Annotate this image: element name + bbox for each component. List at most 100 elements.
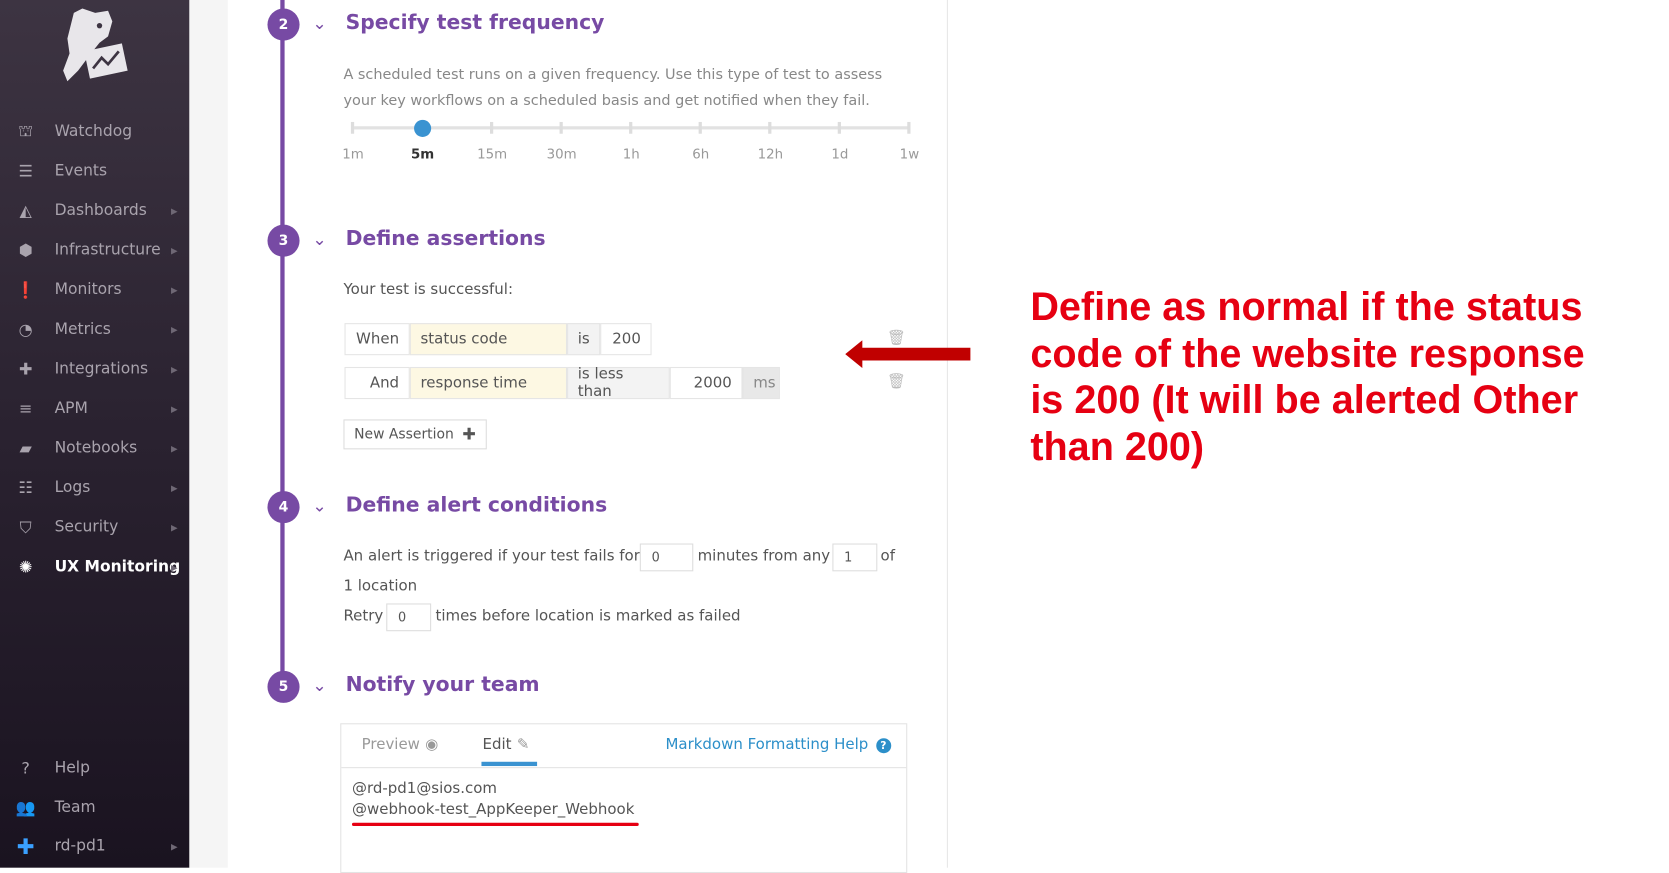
sidebar-item-rd-pd1[interactable]: ✚ rd-pd1 ▶ <box>0 830 189 862</box>
sidebar-item-label: Notebooks <box>54 439 138 457</box>
datadog-logo[interactable] <box>59 6 130 83</box>
sidebar-item-monitors[interactable]: ❗ Monitors ▶ <box>0 274 189 306</box>
alert-text-3: of <box>880 547 895 565</box>
org-avatar-icon: ✚ <box>16 833 35 860</box>
sidebar-item-watchdog[interactable]: ⛫ Watchdog <box>0 116 189 148</box>
sidebar-item-metrics[interactable]: ◔ Metrics ▶ <box>0 313 189 345</box>
slider-tick[interactable] <box>490 121 494 134</box>
chevron-down-icon[interactable]: ⌄ <box>312 495 326 515</box>
slider-tick-label[interactable]: 12h <box>749 146 792 162</box>
sidebar: ⛫ Watchdog ☰ Events ◭ Dashboards ▶ ⬢ Infrastruct… <box>0 0 190 868</box>
slider-tick-label[interactable]: 1d <box>818 146 861 162</box>
sidebar-item-integrations[interactable]: ✚ Integrations ▶ <box>0 353 189 385</box>
sidebar-item-infrastructure[interactable]: ⬢ Infrastructure ▶ <box>0 234 189 266</box>
sidebar-item-help[interactable]: ? Help <box>0 752 189 784</box>
slider-tick[interactable] <box>350 121 355 134</box>
plus-icon: ✚ <box>462 424 476 445</box>
sidebar-item-label: Help <box>54 759 90 777</box>
step-number-3: 3 <box>267 224 300 257</box>
trash-icon[interactable]: 🗑 <box>887 373 906 390</box>
slider-tick[interactable] <box>837 121 841 134</box>
retry-label: Retry <box>343 607 384 625</box>
chevron-right-icon: ▶ <box>171 483 178 493</box>
slider-tick-label[interactable]: 1h <box>610 146 653 162</box>
chevron-down-icon[interactable]: ⌄ <box>312 229 326 249</box>
section-title-alert-conditions[interactable]: Define alert conditions <box>346 493 608 517</box>
slider-tick[interactable] <box>907 121 911 134</box>
tab-edit[interactable]: Edit ✎ <box>483 736 530 753</box>
sidebar-item-label: Infrastructure <box>54 241 161 259</box>
alert-minutes-input[interactable]: 0 <box>639 543 694 572</box>
message-line-1[interactable]: @rd-pd1@sios.com <box>352 780 497 797</box>
assertion-1-operator[interactable]: is <box>567 323 601 356</box>
sidebar-item-label: UX Monitoring <box>54 558 181 576</box>
sidebar-item-security[interactable]: ⛉ Security ▶ <box>0 511 189 543</box>
slider-tick[interactable] <box>698 121 702 134</box>
alert-locations-input[interactable]: 1 <box>832 543 878 572</box>
chevron-right-icon: ▶ <box>171 443 178 454</box>
slider-tick-label[interactable]: 15m <box>471 146 514 162</box>
step-number-4: 4 <box>267 491 300 524</box>
sidebar-item-team[interactable]: 👥 Team <box>0 792 189 824</box>
step-number-5: 5 <box>267 670 300 703</box>
sidebar-item-notebooks[interactable]: ▰ Notebooks ▶ <box>0 432 189 464</box>
slider-tick-label[interactable]: 30m <box>540 146 583 162</box>
chevron-right-icon: ▶ <box>171 205 178 216</box>
annotation-line: code of the website response <box>1030 331 1585 375</box>
slider-tick-label[interactable]: 1w <box>888 146 931 162</box>
team-icon: 👥 <box>15 798 36 818</box>
assertion-2-operator[interactable]: is less than <box>567 366 670 400</box>
pencil-icon: ✎ <box>516 736 530 754</box>
sidebar-item-apm[interactable]: ≡ APM ▶ <box>0 393 189 425</box>
annotation-line: than 200) <box>1030 424 1205 469</box>
sidebar-item-logs[interactable]: ☷ Logs ▶ <box>0 472 189 504</box>
sidebar-item-dashboards[interactable]: ◭ Dashboards ▶ <box>0 195 189 227</box>
step-number-2: 2 <box>267 8 300 41</box>
slider-tick-label[interactable]: 6h <box>679 146 722 162</box>
frequency-slider-handle[interactable] <box>414 119 432 137</box>
section-title-frequency[interactable]: Specify test frequency <box>346 11 605 35</box>
message-line-2[interactable]: @webhook-test_AppKeeper_Webhook <box>352 801 634 818</box>
markdown-help-label: Markdown Formatting Help <box>665 736 869 754</box>
section-title-notify[interactable]: Notify your team <box>346 673 540 697</box>
chevron-right-icon: ▶ <box>171 562 178 572</box>
assertion-1-value[interactable]: 200 <box>600 323 652 356</box>
hexagons-icon: ⬢ <box>18 240 33 260</box>
sidebar-item-ux-monitoring[interactable]: ✺ UX Monitoring ▶ <box>0 551 189 583</box>
sidebar-item-label: Watchdog <box>54 123 133 141</box>
apm-icon: ≡ <box>18 399 33 419</box>
sidebar-item-label: Metrics <box>54 320 111 339</box>
assertion-1-field[interactable]: status code <box>409 323 568 356</box>
assertion-2-value[interactable]: 2000 <box>669 366 743 400</box>
assertion-2-field[interactable]: response time <box>409 366 568 400</box>
slider-tick[interactable] <box>629 121 633 134</box>
tab-preview[interactable]: Preview ◉ <box>362 736 439 753</box>
chevron-down-icon[interactable]: ⌄ <box>312 13 326 33</box>
alert-text-1: An alert is triggered if your test fails… <box>343 547 640 565</box>
retry-input[interactable]: 0 <box>386 603 432 632</box>
new-assertion-button[interactable]: New Assertion ✚ <box>343 419 487 450</box>
chevron-right-icon: ▶ <box>171 245 178 256</box>
content-gutter <box>189 0 228 868</box>
chevron-right-icon: ▶ <box>171 324 178 335</box>
chevron-right-icon: ▶ <box>171 841 178 852</box>
assertion-2-unit: ms <box>742 366 780 400</box>
markdown-help-link[interactable]: Markdown Formatting Help? <box>665 736 891 754</box>
section-title-assertions[interactable]: Define assertions <box>346 227 546 251</box>
highlight-underline <box>351 822 639 826</box>
slider-tick[interactable] <box>768 121 772 134</box>
message-editor: Preview ◉ Edit ✎ Markdown Formatting Help?… <box>340 723 908 873</box>
eye-icon: ◉ <box>425 736 439 754</box>
chevron-right-icon: ▶ <box>171 285 178 295</box>
slider-tick-label[interactable]: 1m <box>332 146 375 162</box>
alert-text-2: minutes from any <box>697 547 831 565</box>
chevron-down-icon[interactable]: ⌄ <box>312 675 326 695</box>
gauge-icon: ◔ <box>18 319 33 340</box>
sidebar-item-label: Team <box>54 799 96 817</box>
sidebar-item-label: Monitors <box>54 281 122 299</box>
sidebar-item-events[interactable]: ☰ Events <box>0 155 189 187</box>
slider-tick[interactable] <box>559 121 563 134</box>
red-arrow-annotation <box>845 340 971 372</box>
steps-timeline <box>280 0 285 691</box>
slider-tick-label[interactable]: 5m <box>401 146 444 162</box>
